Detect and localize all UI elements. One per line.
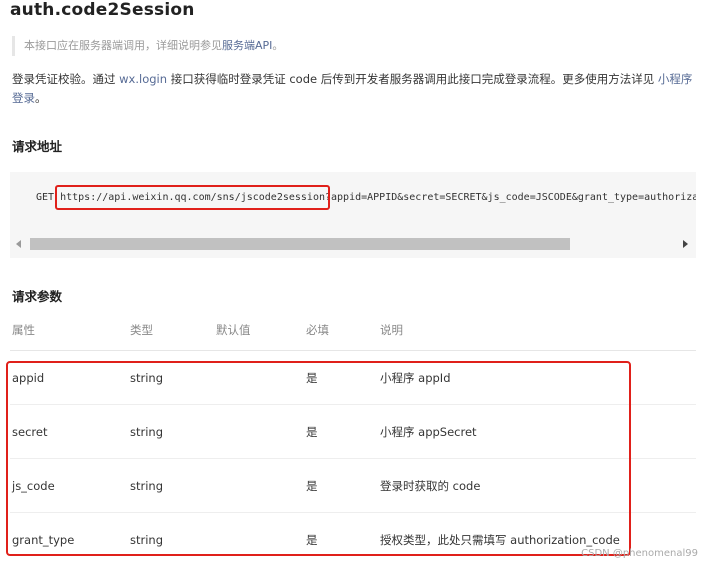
param-default — [216, 458, 306, 513]
wx-login-link[interactable]: wx.login — [119, 72, 167, 86]
param-desc: 小程序 appId — [380, 350, 696, 405]
param-default — [216, 512, 306, 565]
param-required: 是 — [306, 512, 380, 565]
param-required: 是 — [306, 350, 380, 405]
param-name: appid — [10, 350, 130, 405]
highlighted-url: https://api.weixin.qq.com/sns/jscode2ses… — [55, 185, 330, 210]
server-side-note: 本接口应在服务器端调用，详细说明参见服务端API。 — [12, 36, 283, 56]
watermark: CSDN @phenomenal99 — [581, 548, 698, 559]
column-header: 类型 — [130, 310, 216, 351]
column-header: 说明 — [380, 310, 696, 351]
desc-end: 。 — [35, 91, 47, 105]
param-required: 是 — [306, 404, 380, 459]
request-params-heading: 请求参数 — [12, 289, 63, 304]
endpoint-url: https://api.weixin.qq.com/sns/jscode2ses… — [60, 192, 325, 203]
horizontal-scrollbar[interactable] — [10, 236, 696, 252]
query-string: ?appid=APPID&secret=SECRET&js_code=JSCOD… — [325, 192, 696, 203]
param-name: secret — [10, 404, 130, 459]
param-type: string — [130, 404, 216, 459]
param-default — [216, 350, 306, 405]
column-header: 默认值 — [216, 310, 306, 351]
param-desc: 小程序 appSecret — [380, 404, 696, 459]
scroll-left-icon[interactable] — [16, 240, 21, 248]
param-required: 是 — [306, 458, 380, 513]
param-name: js_code — [10, 458, 130, 513]
request-url-heading: 请求地址 — [12, 139, 63, 154]
http-method: GET — [36, 192, 55, 203]
param-type: string — [130, 350, 216, 405]
desc-part1: 登录凭证校验。通过 — [12, 72, 120, 86]
param-default — [216, 404, 306, 459]
desc-part2: 接口获得临时登录凭证 code 后传到开发者服务器调用此接口完成登录流程。更多使… — [167, 72, 658, 86]
table-row: secret string 是 小程序 appSecret — [10, 404, 696, 459]
note-text: 本接口应在服务器端调用，详细说明参见 — [24, 39, 222, 52]
param-name: grant_type — [10, 512, 130, 565]
column-header: 必填 — [306, 310, 380, 351]
param-type: string — [130, 458, 216, 513]
table-header-row: 属性 类型 默认值 必填 说明 — [10, 310, 696, 351]
param-type: string — [130, 512, 216, 565]
request-url-line: GET https://api.weixin.qq.com/sns/jscode… — [36, 185, 696, 210]
server-api-link[interactable]: 服务端API — [222, 39, 272, 52]
params-table: 属性 类型 默认值 必填 说明 appid string 是 小程序 appId… — [10, 310, 696, 565]
note-end: 。 — [272, 39, 284, 52]
scroll-right-icon[interactable] — [683, 240, 688, 248]
scroll-thumb[interactable] — [30, 238, 570, 250]
doc-page: auth.code2Session 本接口应在服务器端调用，详细说明参见服务端A… — [0, 0, 718, 565]
table-row: appid string 是 小程序 appId — [10, 350, 696, 405]
table-row: js_code string 是 登录时获取的 code — [10, 458, 696, 513]
param-desc: 登录时获取的 code — [380, 458, 696, 513]
page-title: auth.code2Session — [10, 0, 195, 20]
column-header: 属性 — [10, 310, 130, 351]
api-description: 登录凭证校验。通过 wx.login 接口获得临时登录凭证 code 后传到开发… — [12, 70, 702, 108]
